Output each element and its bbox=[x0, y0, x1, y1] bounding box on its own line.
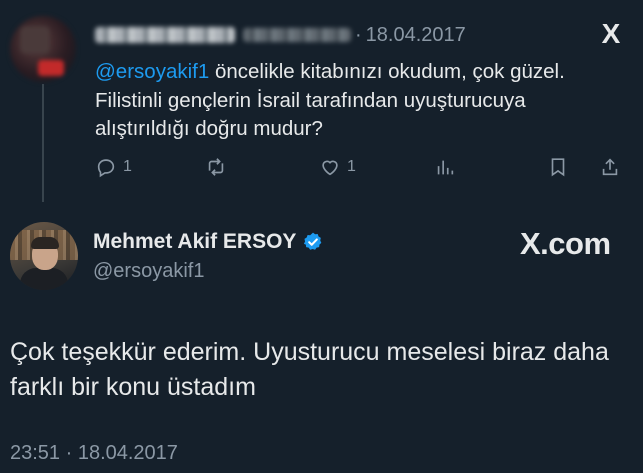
tweet-text: Çok teşekkür ederim. Uyusturucu meselesi… bbox=[10, 338, 609, 401]
retweet-icon bbox=[208, 158, 224, 176]
views-button[interactable] bbox=[434, 156, 456, 178]
author-avatar[interactable] bbox=[10, 222, 78, 290]
like-count: 1 bbox=[347, 158, 356, 175]
author-name[interactable]: Mehmet Akif ERSOY bbox=[93, 230, 324, 254]
reply-count: 1 bbox=[123, 158, 132, 175]
share-button[interactable] bbox=[599, 156, 621, 178]
tweet-screenshot: · 18.04.2017 X @ersoyakif1 öncelikle kit… bbox=[0, 0, 643, 473]
reply-header: · 18.04.2017 bbox=[95, 22, 466, 48]
reply-avatar-blurred[interactable] bbox=[10, 16, 76, 82]
separator-dot: · bbox=[355, 23, 362, 46]
reply-button[interactable]: 1 bbox=[95, 156, 132, 178]
bookmark-button[interactable] bbox=[547, 156, 569, 178]
like-button[interactable]: 1 bbox=[319, 156, 356, 178]
comment-icon bbox=[97, 159, 115, 178]
reply-date[interactable]: 18.04.2017 bbox=[366, 24, 466, 47]
retweet-button[interactable] bbox=[205, 156, 233, 178]
author-handle[interactable]: @ersoyakif1 bbox=[93, 260, 204, 283]
views-chart-icon bbox=[437, 160, 454, 175]
bookmark-icon bbox=[551, 158, 565, 177]
verified-badge-icon bbox=[304, 232, 322, 250]
x-com-brand-logo: X.com bbox=[520, 226, 611, 261]
share-icon bbox=[602, 158, 618, 176]
reply-text: @ersoyakif1 öncelikle kitabınızı okudum,… bbox=[95, 58, 620, 144]
reply-author-handle-blurred bbox=[243, 28, 351, 42]
reply-author-name-blurred bbox=[95, 27, 235, 43]
reply-action-bar: 1 1 bbox=[95, 156, 625, 186]
tweet-timestamp[interactable]: 23:51 · 18.04.2017 bbox=[10, 442, 178, 465]
x-logo-icon[interactable]: X bbox=[596, 18, 626, 50]
mention-link[interactable]: @ersoyakif1 bbox=[95, 60, 209, 83]
heart-icon bbox=[322, 160, 338, 176]
author-name-text: Mehmet Akif ERSOY bbox=[93, 230, 297, 253]
thread-connector-line bbox=[42, 84, 44, 202]
